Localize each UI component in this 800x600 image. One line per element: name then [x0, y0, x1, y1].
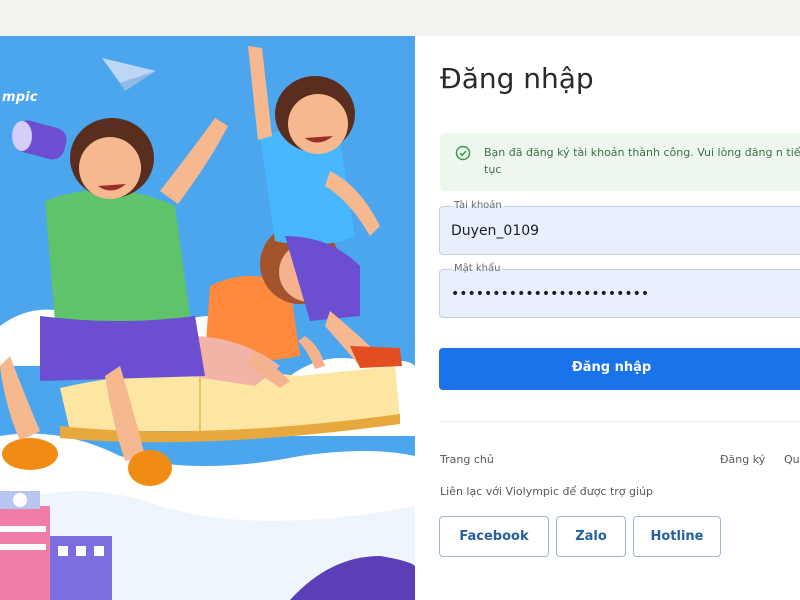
alert-message: Bạn đã đăng ký tài khoản thành công. Vui… [484, 146, 800, 176]
username-field: Tài khoản [439, 200, 800, 255]
facebook-button[interactable]: Facebook [439, 516, 549, 557]
username-input[interactable] [451, 219, 800, 243]
password-input[interactable] [451, 282, 800, 306]
login-button[interactable]: Đăng nhập [439, 348, 800, 390]
register-link[interactable]: Đăng ký [720, 453, 765, 466]
brand-logo: mpic [2, 90, 38, 105]
login-panel: Đăng nhập Bạn đã đăng ký tài khoản thành… [415, 36, 800, 600]
password-field: Mật khẩu [439, 263, 800, 318]
kids-illustration [0, 46, 415, 600]
hotline-button[interactable]: Hotline [633, 516, 721, 557]
help-text: Liên lạc với Violympic để được trợ giúp [440, 485, 654, 498]
success-alert: Bạn đã đăng ký tài khoản thành công. Vui… [440, 133, 800, 191]
forgot-link[interactable]: Qu [784, 453, 800, 466]
username-label: Tài khoản [452, 200, 504, 212]
divider [439, 421, 800, 422]
password-label: Mật khẩu [452, 263, 503, 275]
paper-plane-icon [102, 58, 156, 91]
home-link[interactable]: Trang chủ [440, 453, 494, 466]
hero-illustration: mpic [0, 36, 415, 600]
login-button-label: Đăng nhập [571, 360, 652, 375]
page-title: Đăng nhập [440, 62, 594, 95]
check-circle-icon [455, 145, 471, 161]
zalo-button[interactable]: Zalo [556, 516, 626, 557]
